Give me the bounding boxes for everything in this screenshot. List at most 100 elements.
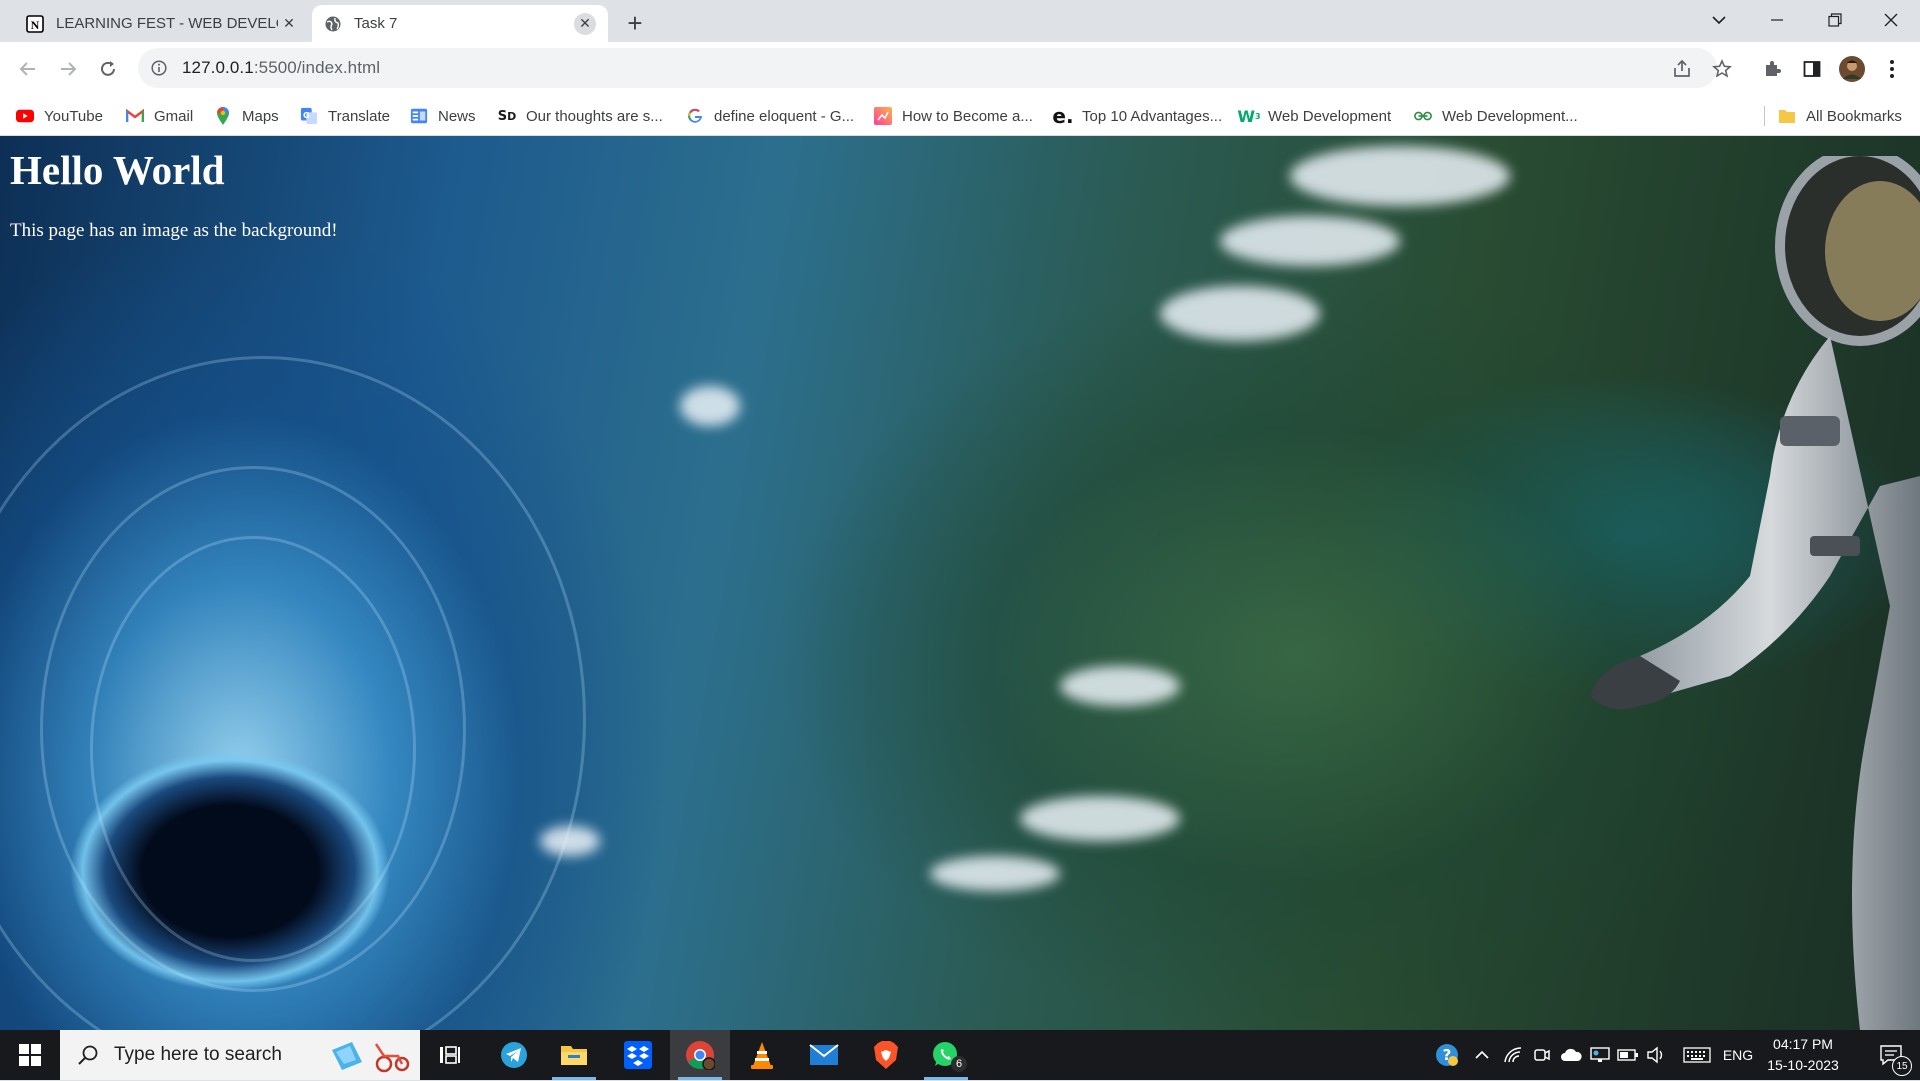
vlc-app[interactable] bbox=[732, 1030, 792, 1080]
folder-icon bbox=[561, 1046, 587, 1065]
page-text: This page has an image as the background… bbox=[10, 220, 338, 241]
brave-app[interactable] bbox=[856, 1030, 916, 1080]
mail-app[interactable] bbox=[794, 1030, 854, 1080]
chrome-icon bbox=[686, 1041, 715, 1070]
side-panel-icon[interactable] bbox=[1798, 55, 1826, 83]
notion-icon: N bbox=[26, 14, 44, 33]
page-background-image: Hello World This page has an image as th… bbox=[0, 136, 1920, 1030]
cloud bbox=[1290, 146, 1510, 206]
system-clock[interactable]: 04:17 PM 15-10-2023 bbox=[1760, 1034, 1846, 1076]
battery-icon[interactable] bbox=[1616, 1030, 1640, 1080]
windows-icon bbox=[19, 1044, 41, 1066]
telegram-icon bbox=[501, 1042, 527, 1068]
bookmark-top-10-advantages[interactable]: e. Top 10 Advantages... bbox=[1052, 104, 1222, 128]
cloud bbox=[1220, 216, 1400, 266]
search-icon bbox=[76, 1043, 100, 1067]
menu-kebab-icon[interactable] bbox=[1878, 55, 1906, 83]
chevron-up-icon[interactable] bbox=[1470, 1030, 1494, 1080]
share-icon[interactable] bbox=[1668, 55, 1696, 83]
new-tab-button[interactable]: + bbox=[620, 8, 650, 38]
input-language[interactable]: ENG bbox=[1718, 1030, 1758, 1080]
bookmark-youtube[interactable]: YouTube bbox=[16, 104, 103, 128]
telegram-app[interactable] bbox=[484, 1030, 544, 1080]
dropbox-icon bbox=[624, 1041, 652, 1069]
wifi-icon[interactable] bbox=[1500, 1030, 1526, 1080]
bookmark-how-to-become[interactable]: How to Become a... bbox=[874, 104, 1033, 128]
bookmark-translate[interactable]: G Translate bbox=[300, 104, 390, 128]
cloud bbox=[1060, 666, 1180, 706]
tab-learning-fest[interactable]: N LEARNING FEST - WEB DEVELOP ✕ bbox=[14, 5, 312, 42]
all-bookmarks-folder[interactable]: All Bookmarks bbox=[1778, 104, 1902, 128]
help-icon[interactable]: ? bbox=[1432, 1030, 1462, 1080]
maps-icon bbox=[214, 107, 232, 125]
pink-icon bbox=[874, 107, 892, 125]
youtube-icon bbox=[16, 107, 34, 125]
address-bar[interactable]: 127.0.0.1:5500/index.html bbox=[138, 48, 1717, 88]
gfg-icon bbox=[1414, 107, 1432, 125]
whatsapp-app[interactable]: 6 bbox=[916, 1030, 976, 1080]
volume-icon[interactable] bbox=[1644, 1030, 1668, 1080]
taskbar-search-box[interactable]: Type here to search bbox=[60, 1030, 420, 1080]
bookmarks-bar: YouTube Gmail Maps G Translate News SD O… bbox=[0, 96, 1920, 136]
vortex-swirl bbox=[0, 356, 586, 1030]
bookmark-web-development[interactable]: W3 Web Development bbox=[1237, 104, 1391, 128]
cloud bbox=[680, 386, 740, 426]
bookmark-our-thoughts[interactable]: SD Our thoughts are s... bbox=[498, 104, 663, 128]
dropbox-app[interactable] bbox=[608, 1030, 668, 1080]
gmail-icon bbox=[126, 107, 144, 125]
back-button[interactable] bbox=[14, 55, 42, 83]
w3-icon: W3 bbox=[1237, 106, 1261, 126]
astronaut-image bbox=[1590, 156, 1920, 1030]
tab-title: LEARNING FEST - WEB DEVELOP bbox=[56, 15, 278, 32]
search-highlight-icon bbox=[326, 1036, 410, 1081]
whatsapp-badge: 6 bbox=[951, 1056, 967, 1072]
notification-center-button[interactable]: 15 bbox=[1866, 1030, 1916, 1080]
globe-icon bbox=[324, 15, 342, 33]
bookmark-gmail[interactable]: Gmail bbox=[126, 104, 193, 128]
svg-text:G: G bbox=[303, 110, 310, 120]
google-icon bbox=[686, 107, 704, 125]
reload-button[interactable] bbox=[94, 55, 122, 83]
profile-avatar[interactable] bbox=[1838, 55, 1866, 83]
chrome-app[interactable] bbox=[670, 1030, 730, 1080]
extensions-icon[interactable] bbox=[1758, 55, 1786, 83]
clock-time: 04:17 PM bbox=[1773, 1036, 1833, 1052]
bookmarks-separator bbox=[1764, 106, 1765, 126]
file-explorer-app[interactable] bbox=[544, 1030, 604, 1080]
mail-icon bbox=[809, 1044, 839, 1065]
start-button[interactable] bbox=[0, 1030, 60, 1080]
keyboard-icon[interactable] bbox=[1680, 1030, 1714, 1080]
browser-toolbar: 127.0.0.1:5500/index.html bbox=[0, 42, 1920, 96]
news-icon bbox=[410, 107, 428, 125]
cloud bbox=[1020, 796, 1180, 841]
task-view-button[interactable] bbox=[420, 1030, 480, 1080]
folder-icon bbox=[1778, 107, 1796, 125]
forward-button[interactable] bbox=[54, 55, 82, 83]
translate-icon: G bbox=[300, 107, 318, 125]
onedrive-icon[interactable] bbox=[1558, 1030, 1584, 1080]
tab-search-chevron-icon[interactable] bbox=[1690, 0, 1748, 40]
search-placeholder: Type here to search bbox=[114, 1044, 282, 1065]
tab-strip: N LEARNING FEST - WEB DEVELOP ✕ Task 7 ✕… bbox=[0, 0, 1920, 42]
bookmark-maps[interactable]: Maps bbox=[214, 104, 279, 128]
bookmark-news[interactable]: News bbox=[410, 104, 476, 128]
bookmark-web-development-gfg[interactable]: Web Development... bbox=[1414, 104, 1578, 128]
bookmark-define-eloquent[interactable]: define eloquent - G... bbox=[686, 104, 854, 128]
vlc-icon bbox=[751, 1042, 773, 1069]
network-monitor-icon[interactable] bbox=[1588, 1030, 1612, 1080]
cloud bbox=[930, 856, 1060, 891]
meet-icon[interactable] bbox=[1530, 1030, 1554, 1080]
bookmark-star-icon[interactable] bbox=[1708, 55, 1736, 83]
clock-date: 15-10-2023 bbox=[1767, 1057, 1839, 1073]
sd-icon: SD bbox=[497, 108, 517, 124]
site-info-icon[interactable] bbox=[150, 59, 168, 77]
restore-button[interactable] bbox=[1806, 0, 1864, 40]
brave-icon bbox=[874, 1041, 898, 1069]
cloud bbox=[1160, 286, 1320, 341]
close-window-button[interactable] bbox=[1862, 0, 1920, 40]
close-icon[interactable]: ✕ bbox=[574, 12, 596, 35]
close-icon[interactable]: ✕ bbox=[278, 13, 300, 35]
tab-task-7[interactable]: Task 7 ✕ bbox=[312, 5, 608, 42]
minimize-button[interactable] bbox=[1748, 0, 1806, 40]
e-icon: e. bbox=[1052, 104, 1074, 128]
